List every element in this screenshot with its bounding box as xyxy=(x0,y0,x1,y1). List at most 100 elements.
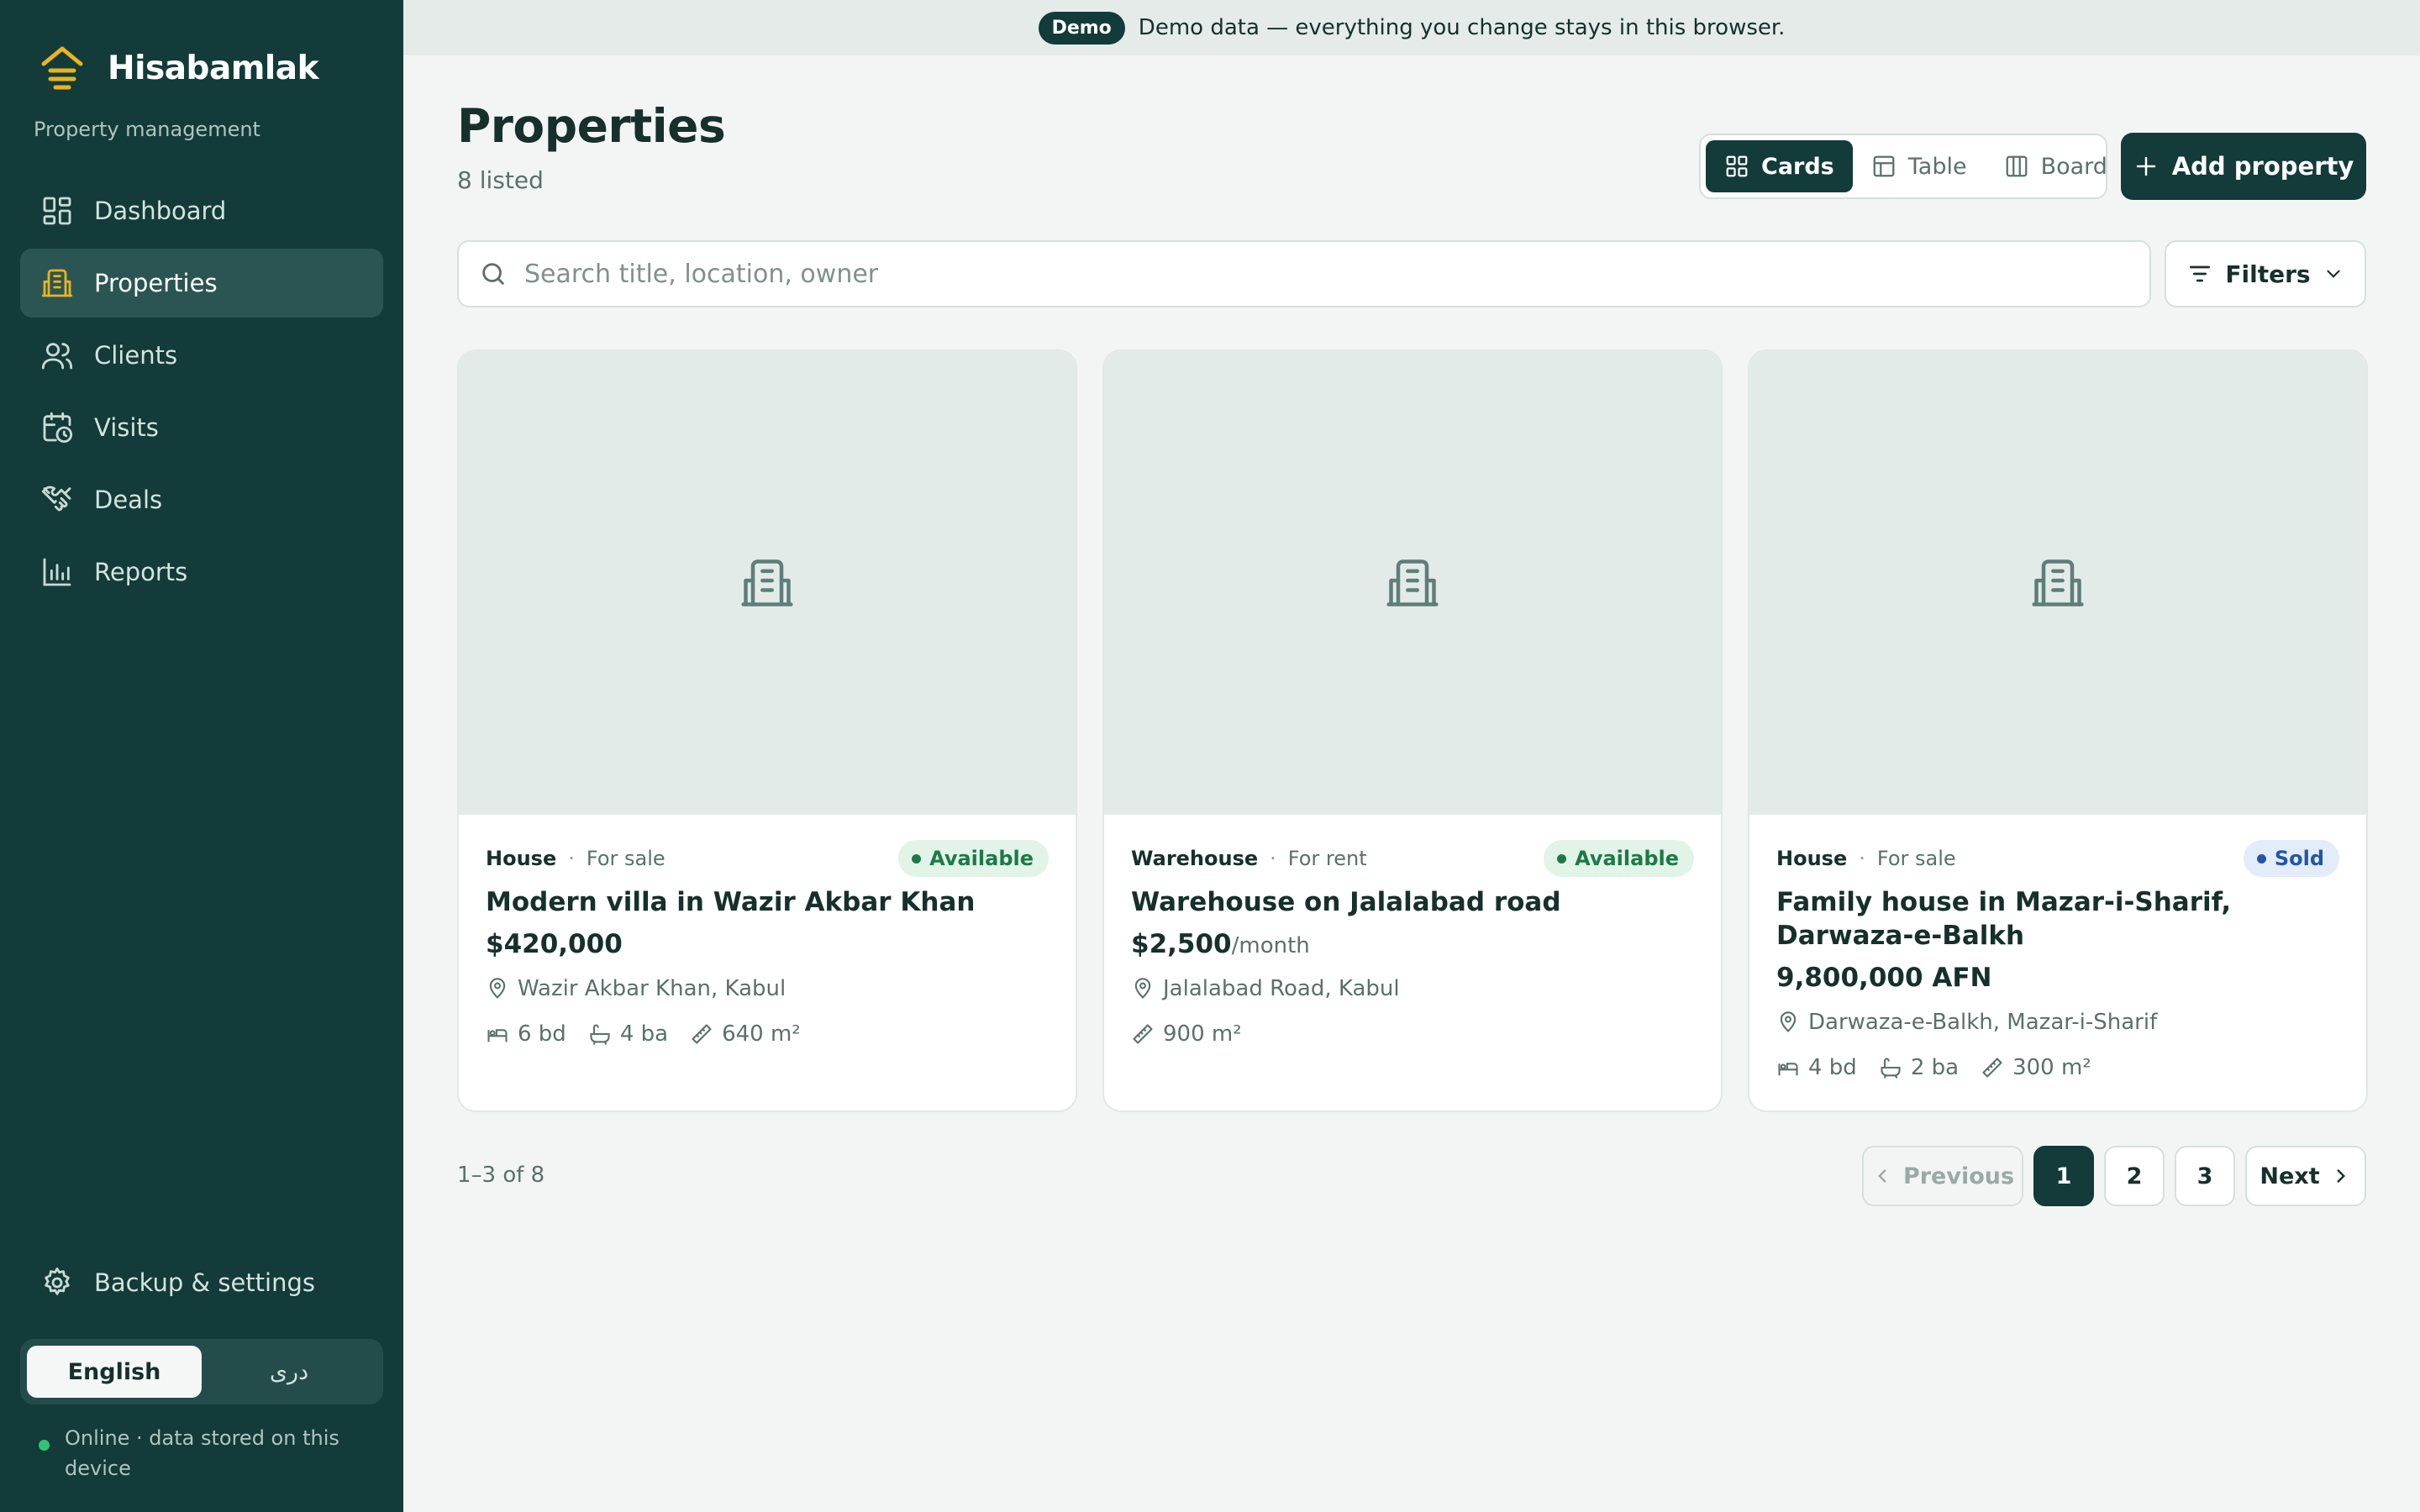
baths-spec: 4 ba xyxy=(588,1021,668,1047)
users-icon xyxy=(40,339,74,372)
plus-icon xyxy=(2136,156,2155,176)
view-cards-label: Cards xyxy=(1761,153,1834,180)
columns-icon xyxy=(2006,155,2027,177)
page-3-button[interactable]: 3 xyxy=(2175,1146,2235,1206)
ruler-icon xyxy=(692,1024,712,1044)
property-location: Wazir Akbar Khan, Kabul xyxy=(486,976,786,1001)
ruler-icon xyxy=(1982,1058,2002,1078)
property-title[interactable]: Warehouse on Jalalabad road xyxy=(1131,885,1694,919)
search-icon xyxy=(482,263,504,285)
view-cards-button[interactable]: Cards xyxy=(1706,140,1853,192)
sidebar-item-label: Backup & settings xyxy=(94,1268,315,1297)
gear-icon xyxy=(40,1266,74,1299)
language-english-button[interactable]: English xyxy=(27,1346,202,1398)
property-specs: 900 m² xyxy=(1131,1021,1264,1047)
price-suffix: /month xyxy=(1231,933,1310,958)
listing-type: For rent xyxy=(1287,847,1367,870)
status-badge: Available xyxy=(898,840,1049,877)
beds-value: 6 bd xyxy=(518,1021,566,1047)
listing-type: For sale xyxy=(1876,847,1956,870)
language-dari-button[interactable]: دری xyxy=(202,1346,376,1398)
bath-icon xyxy=(1881,1058,1901,1079)
demo-banner: Demo Demo data — everything you change s… xyxy=(403,0,2420,55)
filter-lines-icon xyxy=(2190,265,2211,282)
previous-page-button[interactable]: Previous xyxy=(1862,1146,2023,1206)
property-title[interactable]: Family house in Mazar-i-Sharif, Darwaza-… xyxy=(1776,885,2339,953)
sidebar-item-clients[interactable]: Clients xyxy=(20,321,383,390)
demo-banner-text: Demo data — everything you change stays … xyxy=(1138,15,1786,40)
sidebar-item-properties[interactable]: Properties xyxy=(20,249,383,318)
card-meta: House · For sale xyxy=(486,847,666,870)
card-meta: House · For sale xyxy=(1776,847,1956,870)
search-box xyxy=(457,240,2151,307)
price-amount: $420,000 xyxy=(486,929,623,959)
property-type: House xyxy=(486,847,557,870)
status-dot xyxy=(912,853,922,864)
view-toggle: Cards Table Board xyxy=(1699,134,2107,199)
property-image-placeholder xyxy=(1749,351,2366,815)
sidebar-item-visits[interactable]: Visits xyxy=(20,393,383,462)
pagination-range: 1–3 of 8 xyxy=(457,1163,545,1188)
status-text: Online · data stored on this device xyxy=(65,1426,339,1480)
beds-spec: 4 bd xyxy=(1776,1055,1857,1080)
card-meta: Warehouse · For rent xyxy=(1131,847,1367,870)
brand-name: Hisabamlak xyxy=(108,49,319,87)
area-spec: 300 m² xyxy=(1981,1055,2091,1080)
filters-label: Filters xyxy=(2225,260,2311,288)
building-icon xyxy=(741,559,793,606)
page-2-button[interactable]: 2 xyxy=(2104,1146,2165,1206)
sidebar-item-reports[interactable]: Reports xyxy=(20,538,383,606)
meta-separator: · xyxy=(1859,847,1865,870)
sidebar-item-label: Dashboard xyxy=(94,197,227,225)
page-1-button[interactable]: 1 xyxy=(2033,1146,2094,1206)
demo-badge: Demo xyxy=(1038,11,1125,45)
building-icon xyxy=(2032,559,2084,606)
property-location: Darwaza-e-Balkh, Mazar-i-Sharif xyxy=(1776,1010,2157,1035)
online-status-dot xyxy=(39,1440,50,1451)
view-table-button[interactable]: Table xyxy=(1853,140,1986,192)
property-specs: 6 bd 4 ba 640 m² xyxy=(486,1021,823,1047)
bar-chart-icon xyxy=(40,555,74,589)
sidebar-item-dashboard[interactable]: Dashboard xyxy=(20,176,383,245)
listing-type: For sale xyxy=(586,847,666,870)
dashboard-icon xyxy=(40,194,74,228)
sidebar-item-deals[interactable]: Deals xyxy=(20,465,383,534)
brand[interactable]: Hisabamlak xyxy=(40,45,319,91)
sidebar-item-backup-settings[interactable]: Backup & settings xyxy=(20,1248,383,1317)
bed-icon xyxy=(1778,1063,1798,1076)
property-card[interactable]: House · For sale Available Modern villa … xyxy=(457,349,1077,1112)
filters-button[interactable]: Filters xyxy=(2165,240,2366,307)
property-card[interactable]: House · For sale Sold Family house in Ma… xyxy=(1748,349,2368,1112)
status-badge: Sold xyxy=(2243,840,2339,877)
previous-label: Previous xyxy=(1902,1163,2015,1189)
area-spec: 900 m² xyxy=(1131,1021,1242,1047)
view-board-button[interactable]: Board xyxy=(1986,140,2126,192)
property-image-placeholder xyxy=(459,351,1076,815)
connection-status: Online · data stored on this device xyxy=(39,1423,367,1483)
property-title[interactable]: Modern villa in Wazir Akbar Khan xyxy=(486,885,1049,919)
area-value: 640 m² xyxy=(722,1021,801,1047)
meta-separator: · xyxy=(568,847,575,870)
next-label: Next xyxy=(2260,1163,2320,1189)
chevron-down-icon xyxy=(2326,270,2340,278)
status-dot xyxy=(2256,853,2266,864)
baths-value: 2 ba xyxy=(1910,1055,1960,1080)
ruler-icon xyxy=(1133,1024,1153,1044)
add-property-button[interactable]: Add property xyxy=(2121,133,2366,200)
location-text: Wazir Akbar Khan, Kabul xyxy=(518,976,786,1001)
sidebar-item-label: Visits xyxy=(94,413,159,442)
sidebar-item-label: Clients xyxy=(94,341,178,370)
listing-count: 8 listed xyxy=(457,166,544,194)
beds-spec: 6 bd xyxy=(486,1021,566,1047)
property-type: House xyxy=(1776,847,1848,870)
sidebar-item-label: Properties xyxy=(94,269,218,297)
pagination: Previous 1 2 3 Next xyxy=(1862,1146,2366,1206)
search-input[interactable] xyxy=(524,259,2121,289)
property-specs: 4 bd 2 ba 300 m² xyxy=(1776,1055,2113,1080)
brand-subtitle: Property management xyxy=(34,118,260,141)
view-table-label: Table xyxy=(1907,153,1967,180)
chevron-right-icon xyxy=(2337,1169,2345,1183)
next-page-button[interactable]: Next xyxy=(2245,1146,2366,1206)
property-card[interactable]: Warehouse · For rent Available Warehouse… xyxy=(1102,349,1723,1112)
handshake-icon xyxy=(40,483,74,517)
